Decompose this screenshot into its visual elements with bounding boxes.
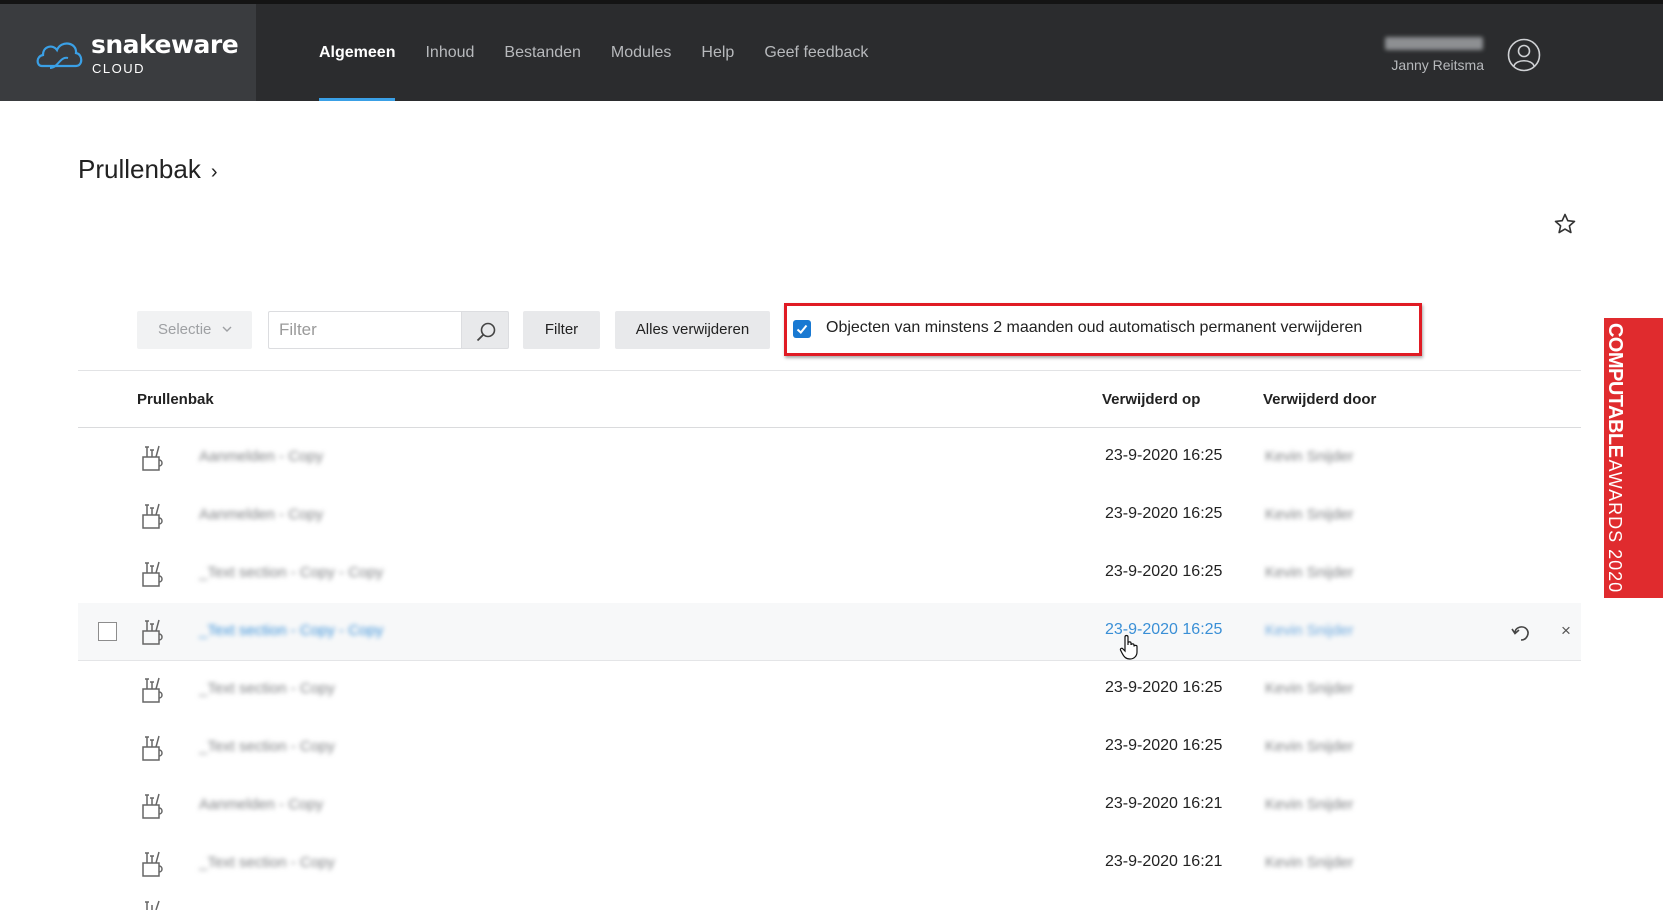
item-deleted-on: 23-9-2020 16:25: [1105, 621, 1223, 638]
table-row[interactable]: Aanmelden - Copy 23-9-2020 16:25 Kevin S…: [78, 429, 1581, 486]
table-row[interactable]: _Text section - Copy 23-9-2020 16:25 Kev…: [78, 719, 1581, 776]
page-item-icon: [142, 793, 163, 819]
search-icon: [476, 322, 496, 342]
table-row[interactable]: _Text section - Copy - Copy 23-9-2020 16…: [78, 545, 1581, 602]
user-avatar-icon[interactable]: [1507, 38, 1541, 72]
nav-item-feedback[interactable]: Geef feedback: [749, 4, 883, 101]
delete-permanently-icon[interactable]: ×: [1556, 621, 1576, 641]
table-row[interactable]: Aanmelden - Copy 23-9-2020 16:21 Kevin S…: [78, 777, 1581, 834]
table-row[interactable]: Aanmelden - Copy 23-9-2020 16:25 Kevin S…: [78, 487, 1581, 544]
table-row[interactable]: _Text section - Copy 23-9-2020 16:25 Kev…: [78, 661, 1581, 718]
selection-label: Selectie: [158, 321, 212, 338]
table-row[interactable]: _Text section - Copy 23-9-2020 16:21 Kev…: [78, 835, 1581, 892]
delete-all-button[interactable]: Alles verwijderen: [615, 311, 770, 349]
award-brand: COMPUTABLE: [1604, 322, 1626, 458]
page-item-icon: [142, 445, 163, 471]
item-deleted-by: Kevin Snijder: [1265, 506, 1354, 523]
row-checkbox[interactable]: [98, 622, 117, 641]
auto-delete-label[interactable]: Objecten van minstens 2 maanden oud auto…: [826, 319, 1362, 337]
page-item-icon-partial: [145, 900, 160, 910]
nav-item-algemeen[interactable]: Algemeen: [319, 4, 410, 101]
item-deleted-by: Kevin Snijder: [1265, 854, 1354, 871]
item-name[interactable]: _Text section - Copy: [199, 738, 335, 755]
cloud-logo-icon: [36, 42, 83, 69]
item-deleted-on: 23-9-2020 16:25: [1105, 505, 1223, 522]
item-deleted-by: Kevin Snijder: [1265, 622, 1354, 639]
filter-input[interactable]: [268, 311, 461, 349]
item-name[interactable]: _Text section - Copy - Copy: [199, 622, 383, 639]
nav-item-bestanden[interactable]: Bestanden: [489, 4, 596, 101]
item-name[interactable]: _Text section - Copy: [199, 854, 335, 871]
item-name[interactable]: _Text section - Copy: [199, 680, 335, 697]
item-deleted-by: Kevin Snijder: [1265, 680, 1354, 697]
chevron-down-icon: [222, 326, 232, 332]
restore-icon[interactable]: [1510, 621, 1532, 643]
user-code-redacted: [1385, 37, 1483, 50]
favorite-star-icon[interactable]: [1553, 212, 1577, 236]
page-item-icon: [142, 677, 163, 703]
award-badge[interactable]: COMPUTABLE AWARDS 2020: [1604, 318, 1663, 598]
item-deleted-by: Kevin Snijder: [1265, 564, 1354, 581]
page-item-icon: [142, 503, 163, 529]
item-deleted-on: 23-9-2020 16:25: [1105, 737, 1223, 754]
logo[interactable]: snakeware CLOUD: [0, 4, 256, 101]
top-navigation-bar: snakeware CLOUD Algemeen Inhoud Bestande…: [0, 0, 1663, 101]
main-nav: Algemeen Inhoud Bestanden Modules Help G…: [319, 4, 883, 101]
column-header-deleted-on[interactable]: Verwijderd op: [1102, 391, 1200, 408]
brand-sub: CLOUD: [92, 61, 146, 76]
user-name[interactable]: Janny Reitsma: [1391, 57, 1484, 73]
item-deleted-on: 23-9-2020 16:25: [1105, 447, 1223, 464]
page-title: Prullenbak ›: [78, 154, 218, 185]
page-item-icon: [142, 735, 163, 761]
item-deleted-on: 23-9-2020 16:25: [1105, 563, 1223, 580]
award-year: AWARDS 2020: [1605, 459, 1625, 594]
item-deleted-on: 23-9-2020 16:21: [1105, 795, 1223, 812]
item-name[interactable]: _Text section - Copy - Copy: [199, 564, 383, 581]
column-header-name[interactable]: Prullenbak: [137, 391, 214, 408]
page-item-icon: [142, 561, 163, 587]
auto-delete-checkbox[interactable]: [793, 320, 811, 338]
award-text: COMPUTABLE AWARDS 2020: [1604, 318, 1644, 598]
column-header-deleted-by[interactable]: Verwijderd door: [1263, 391, 1376, 408]
item-name[interactable]: Aanmelden - Copy: [199, 448, 323, 465]
search-button[interactable]: [461, 311, 509, 349]
nav-item-help[interactable]: Help: [686, 4, 749, 101]
page-title-text: Prullenbak: [78, 154, 201, 184]
item-deleted-on: 23-9-2020 16:21: [1105, 853, 1223, 870]
page-item-icon: [142, 619, 163, 645]
item-deleted-on: 23-9-2020 16:25: [1105, 679, 1223, 696]
item-deleted-by: Kevin Snijder: [1265, 796, 1354, 813]
nav-item-inhoud[interactable]: Inhoud: [410, 4, 489, 101]
filter-button[interactable]: Filter: [523, 311, 600, 349]
selection-dropdown[interactable]: Selectie: [137, 311, 252, 349]
page-item-icon: [142, 851, 163, 877]
breadcrumb-chevron[interactable]: ›: [211, 161, 218, 183]
item-deleted-by: Kevin Snijder: [1265, 448, 1354, 465]
item-deleted-by: Kevin Snijder: [1265, 738, 1354, 755]
item-name[interactable]: Aanmelden - Copy: [199, 796, 323, 813]
nav-item-modules[interactable]: Modules: [596, 4, 686, 101]
item-name[interactable]: Aanmelden - Copy: [199, 506, 323, 523]
brand-name: snakeware: [91, 30, 239, 59]
table-row-hovered[interactable]: _Text section - Copy - Copy 23-9-2020 16…: [78, 603, 1581, 661]
checkmark-icon: [796, 324, 808, 334]
table-header: Prullenbak Verwijderd op Verwijderd door: [78, 371, 1581, 428]
